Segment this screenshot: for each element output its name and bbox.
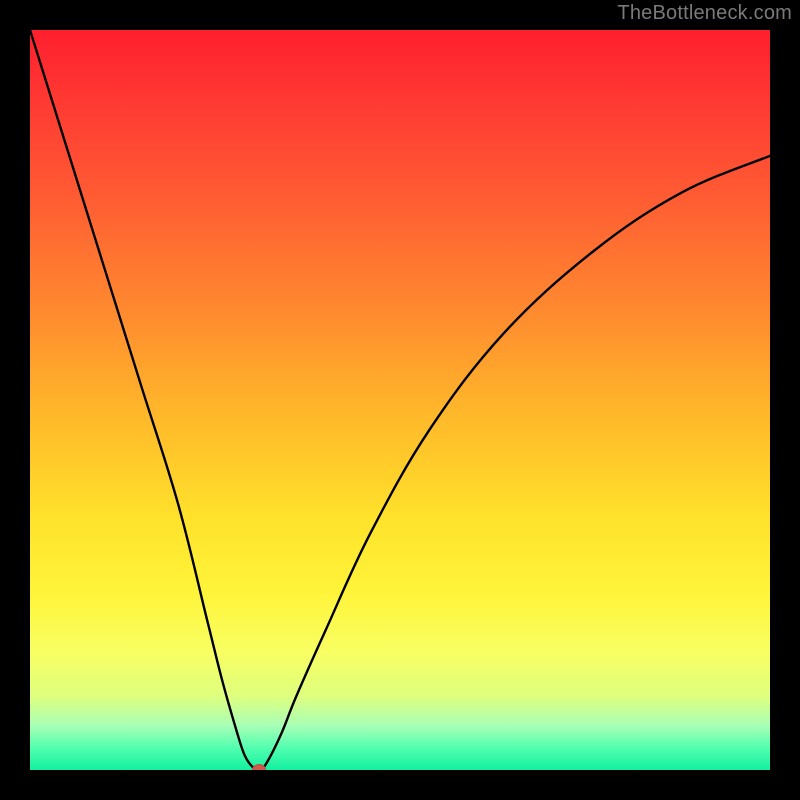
chart-frame: TheBottleneck.com xyxy=(0,0,800,800)
data-marker xyxy=(252,764,266,770)
plot-area xyxy=(30,30,770,770)
chart-curve xyxy=(30,30,770,770)
attribution-text: TheBottleneck.com xyxy=(617,2,792,25)
